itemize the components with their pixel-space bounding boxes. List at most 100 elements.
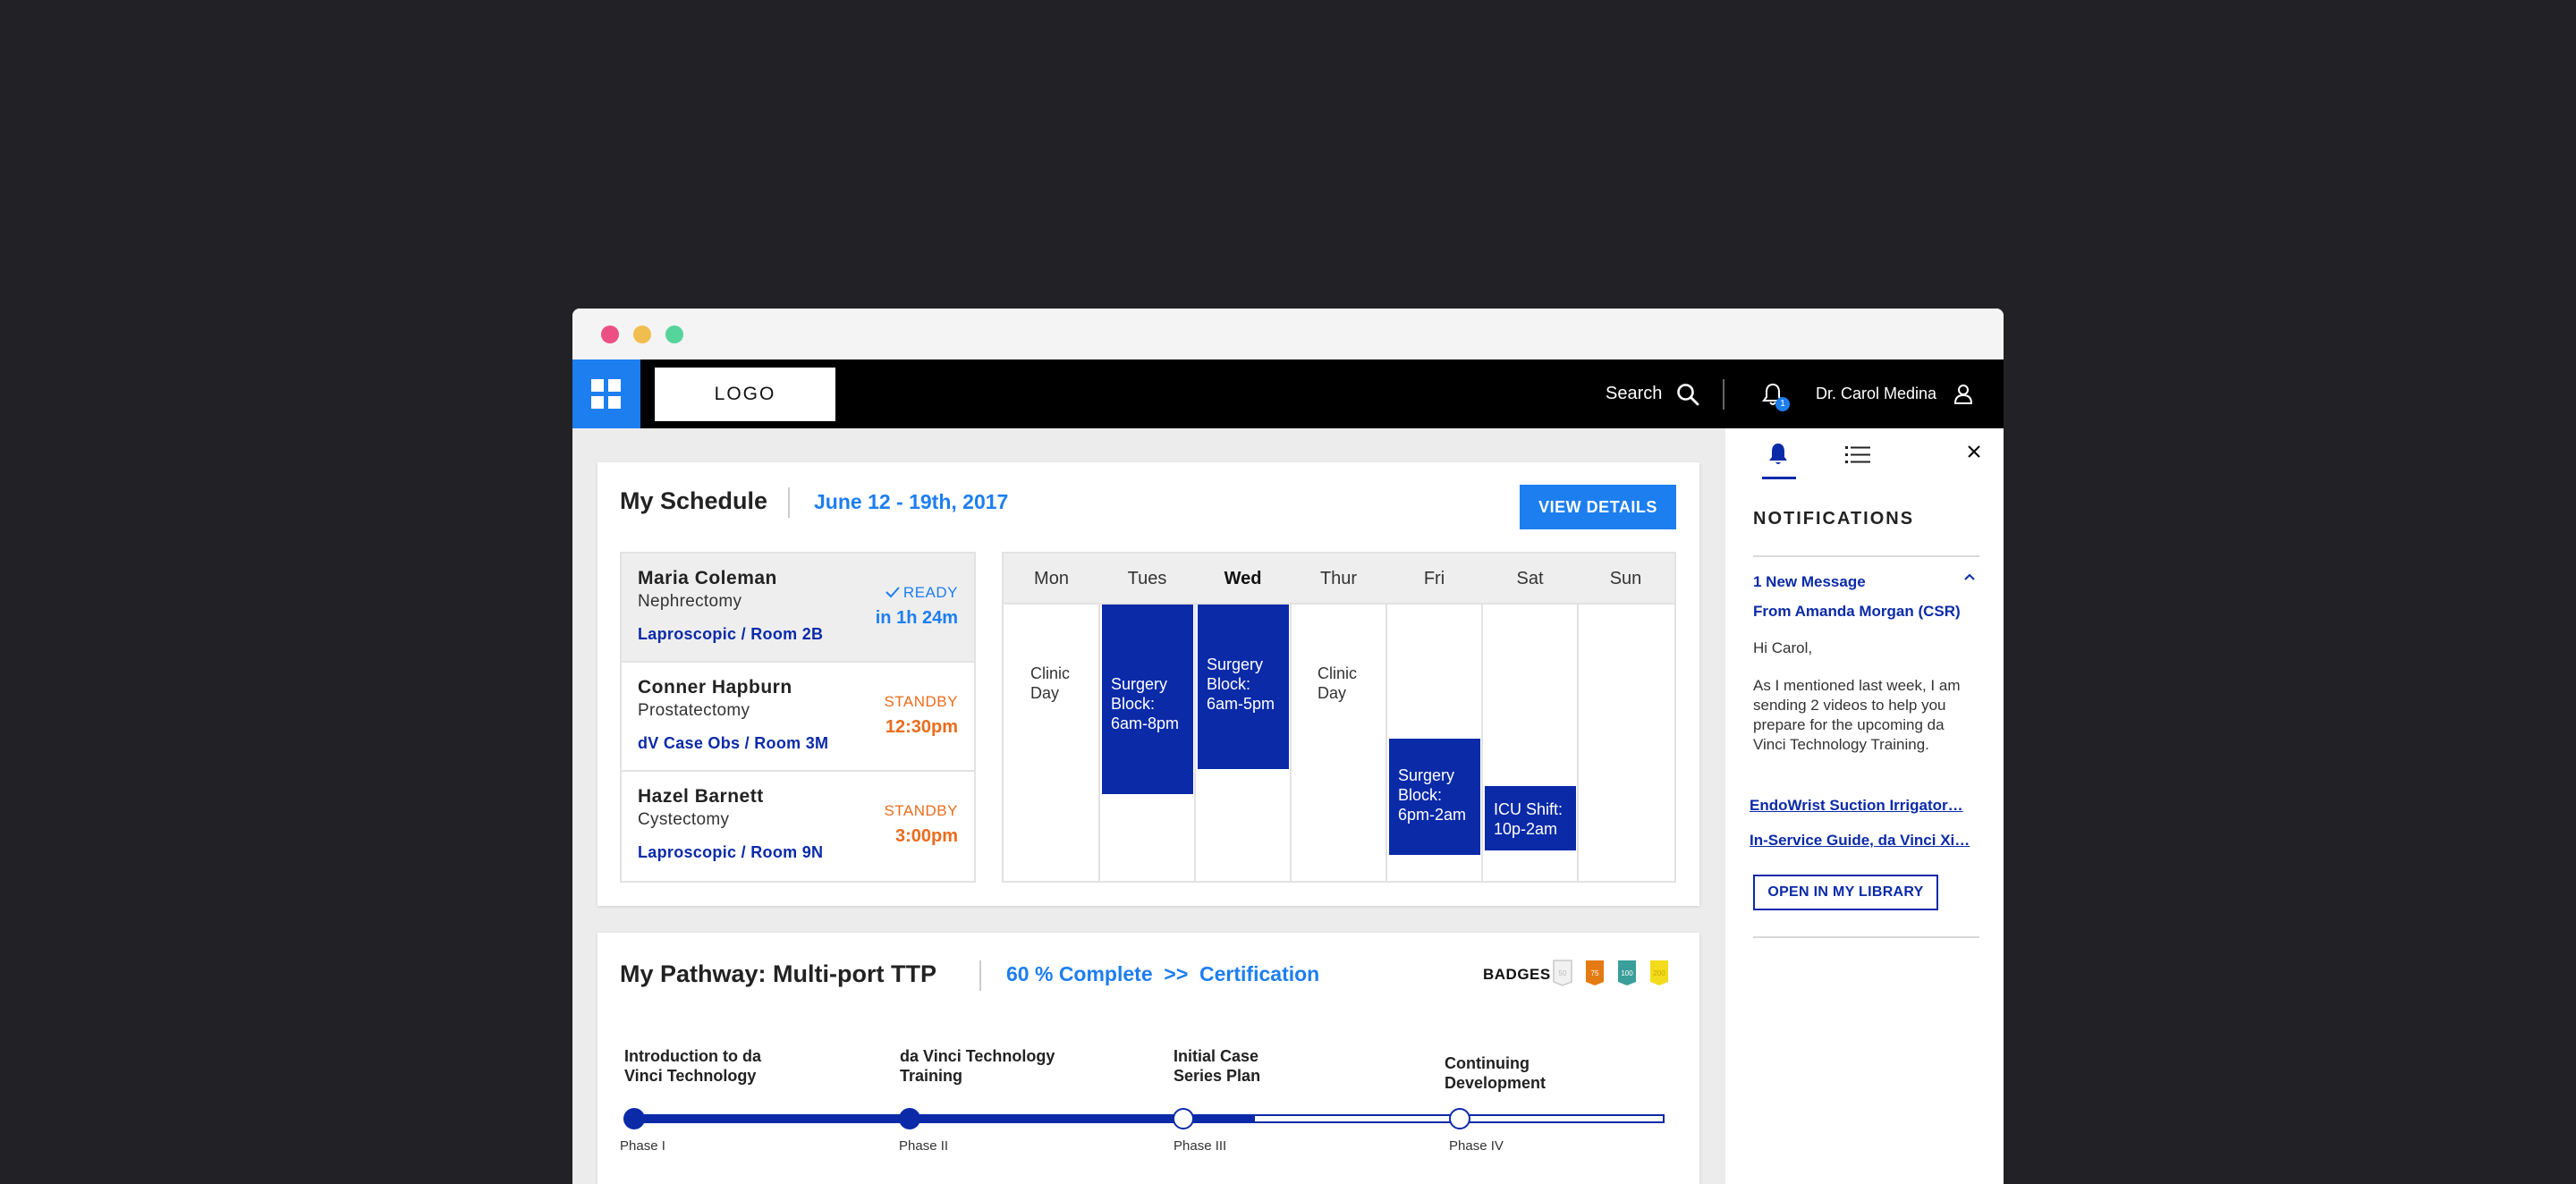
title-separator: [979, 960, 981, 991]
list-tab-icon[interactable]: [1845, 444, 1870, 466]
phase-title-line: Continuing: [1445, 1054, 1530, 1072]
user-icon[interactable]: [1953, 383, 1974, 404]
schedule-date-range[interactable]: June 12 - 19th, 2017: [814, 490, 1008, 514]
patient-name: Hazel Barnett: [638, 786, 764, 807]
close-window-dot[interactable]: [601, 326, 619, 343]
clinic-day-event[interactable]: Clinic Day: [1030, 664, 1070, 703]
patient-name: Maria Coleman: [638, 568, 777, 588]
nav-divider: [1723, 379, 1724, 410]
day-header-wed: Wed: [1224, 569, 1262, 588]
appointment-time: 12:30pm: [885, 717, 958, 737]
open-in-library-button[interactable]: OPEN IN MY LIBRARY: [1753, 875, 1938, 910]
grid-icon: [608, 379, 621, 392]
day-header-tues: Tues: [1127, 569, 1167, 588]
column-divider: [1577, 603, 1579, 881]
room-info: Laproscopic / Room 9N: [638, 843, 824, 861]
badge-value: 50: [1559, 969, 1567, 977]
procedure-name: Nephrectomy: [638, 592, 742, 611]
top-navigation-bar: LOGO Search 1 Dr. Carol Medina: [572, 359, 2004, 428]
minimize-window-dot[interactable]: [633, 326, 651, 343]
day-header-thur: Thur: [1319, 569, 1358, 588]
phase-title: Continuing Development: [1445, 1053, 1546, 1093]
phase-node-complete[interactable]: [899, 1108, 920, 1129]
phase-title-line: Series Plan: [1174, 1067, 1261, 1085]
phase-label: Phase IV: [1449, 1138, 1504, 1154]
event-line: Clinic: [1030, 664, 1071, 682]
appointment-status: STANDBY: [884, 802, 958, 819]
phase-title-line: da Vinci Technology: [900, 1047, 1055, 1065]
search-icon[interactable]: [1676, 383, 1699, 406]
event-line: Day: [1030, 684, 1060, 702]
maximize-window-dot[interactable]: [665, 326, 683, 343]
badge-75-icon[interactable]: 75: [1585, 960, 1605, 986]
search-label[interactable]: Search: [1606, 384, 1662, 404]
event-line: Block:: [1207, 675, 1251, 693]
event-line: Day: [1318, 684, 1347, 702]
new-message-count[interactable]: 1 New Message: [1753, 573, 1866, 591]
event-line: Surgery: [1111, 675, 1168, 693]
pathway-card: My Pathway: Multi-port TTP 60 % Complete…: [597, 933, 1699, 1184]
close-icon[interactable]: [1965, 443, 1983, 461]
badge-100-icon[interactable]: 100: [1617, 960, 1637, 986]
notifications-title: NOTIFICATIONS: [1753, 509, 1915, 529]
bell-tab-icon[interactable]: [1765, 441, 1792, 468]
message-sender: From Amanda Morgan (CSR): [1753, 603, 1961, 620]
room-info: Laproscopic / Room 2B: [638, 625, 824, 643]
appointment-time: in 1h 24m: [875, 608, 958, 628]
week-calendar: Mon Tues Wed Thur Fri Sat Sun Clinic Day: [1002, 552, 1676, 883]
surgery-block-event[interactable]: Surgery Block: 6am-5pm: [1198, 605, 1289, 769]
phase-node-complete[interactable]: [623, 1108, 645, 1129]
event-line: ICU Shift:: [1494, 800, 1563, 818]
room-info: dV Case Obs / Room 3M: [638, 734, 829, 752]
badge-50-icon[interactable]: 50: [1553, 960, 1572, 986]
column-divider: [1481, 603, 1483, 881]
day-column-thur[interactable]: Clinic Day: [1291, 605, 1386, 881]
procedure-name: Cystectomy: [638, 810, 730, 829]
pathway-title: My Pathway: Multi-port TTP: [620, 960, 936, 987]
grid-icon: [591, 396, 604, 409]
app-window: LOGO Search 1 Dr. Carol Medina My Schedu…: [572, 309, 2004, 1184]
day-header-sat: Sat: [1516, 569, 1544, 588]
status-label: READY: [902, 584, 958, 601]
event-line: Surgery: [1398, 766, 1455, 784]
phase-title-line: Training: [900, 1067, 963, 1085]
surgery-block-event[interactable]: Surgery Block: 6pm-2am: [1389, 739, 1480, 855]
notifications-panel: NOTIFICATIONS 1 New Message From Amanda …: [1725, 428, 2004, 1184]
procedure-name: Prostatectomy: [638, 701, 750, 720]
video-link[interactable]: In-Service Guide, da Vinci Xi…: [1750, 832, 1970, 850]
schedule-title: My Schedule: [620, 487, 768, 514]
phase-title-line: Initial Case: [1174, 1047, 1259, 1065]
pathway-progress-text[interactable]: 60 % Complete >> Certification: [1006, 962, 1319, 986]
icu-shift-event[interactable]: ICU Shift: 10p-2am: [1485, 786, 1576, 850]
event-line: 6am-5pm: [1207, 695, 1275, 713]
event-line: Surgery: [1207, 655, 1264, 673]
day-header-fri: Fri: [1423, 569, 1445, 588]
event-line: Block:: [1398, 786, 1443, 804]
column-divider: [1194, 603, 1196, 881]
check-icon: [886, 587, 900, 598]
app-grid-button[interactable]: [572, 359, 640, 428]
appointment-list: Maria Coleman Nephrectomy Laproscopic / …: [620, 552, 976, 883]
progress-fill: [640, 1114, 1255, 1123]
phase-title: Introduction to da Vinci Technology: [624, 1046, 761, 1086]
badge-200-icon[interactable]: 200: [1649, 960, 1669, 986]
badges-label: BADGES: [1483, 966, 1551, 983]
appointment-status: STANDBY: [884, 693, 958, 710]
user-name[interactable]: Dr. Carol Medina: [1816, 385, 1936, 403]
phase-label: Phase I: [620, 1138, 665, 1154]
clinic-day-event[interactable]: Clinic Day: [1318, 664, 1357, 703]
chevron-up-icon[interactable]: [1962, 571, 1977, 582]
phase-label: Phase II: [899, 1138, 949, 1154]
day-header-sun: Sun: [1609, 569, 1642, 588]
video-link[interactable]: EndoWrist Suction Irrigator…: [1750, 797, 1963, 815]
logo[interactable]: LOGO: [655, 368, 835, 421]
view-details-button[interactable]: VIEW DETAILS: [1520, 485, 1676, 529]
appointment-item[interactable]: Conner Hapburn Prostatectomy dV Case Obs…: [622, 663, 974, 772]
appointment-item[interactable]: Maria Coleman Nephrectomy Laproscopic / …: [622, 554, 974, 663]
badge-value: 75: [1591, 969, 1599, 977]
phase-node-incomplete[interactable]: [1173, 1108, 1194, 1129]
appointment-item[interactable]: Hazel Barnett Cystectomy Laproscopic / R…: [622, 772, 974, 881]
surgery-block-event[interactable]: Surgery Block: 6am-8pm: [1102, 605, 1193, 794]
day-column-mon[interactable]: Clinic Day: [1004, 605, 1099, 881]
phase-node-incomplete[interactable]: [1449, 1108, 1470, 1129]
